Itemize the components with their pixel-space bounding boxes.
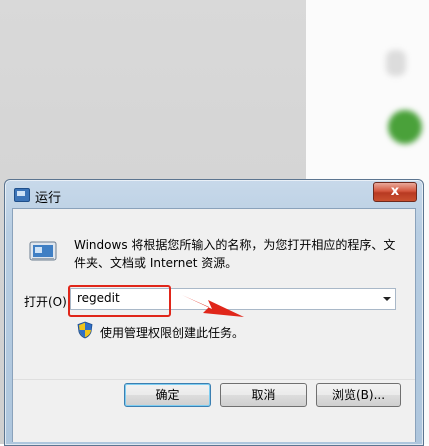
open-label: 打开(O): [24,295,71,309]
ok-button[interactable]: 确定 [124,383,211,407]
admin-note: 使用管理权限创建此任务。 [100,326,245,340]
window-title: 运行 [35,191,62,206]
shield-icon [77,321,93,339]
blurred-content [386,50,406,76]
run-icon [29,241,57,261]
blurred-green-content [388,110,422,144]
open-input[interactable]: regedit [77,291,120,305]
browse-button[interactable]: 浏览(B)... [316,383,401,407]
open-combobox[interactable]: regedit [70,288,396,310]
dropdown-caret-icon[interactable] [383,297,391,301]
cancel-button[interactable]: 取消 [220,383,307,407]
titlebar[interactable]: 运行 x [5,180,423,208]
dialog-body: Windows 将根据您所输入的名称，为您打开相应的程序、文件夹、文档或 Int… [12,208,416,442]
prompt-text: Windows 将根据您所输入的名称，为您打开相应的程序、文件夹、文档或 Int… [74,238,396,270]
close-button[interactable]: x [373,182,417,202]
window-icon [14,188,30,202]
run-dialog: 运行 x Windows 将根据您所输入的名称，为您打开相应的程序、文件夹、文档… [4,179,424,446]
